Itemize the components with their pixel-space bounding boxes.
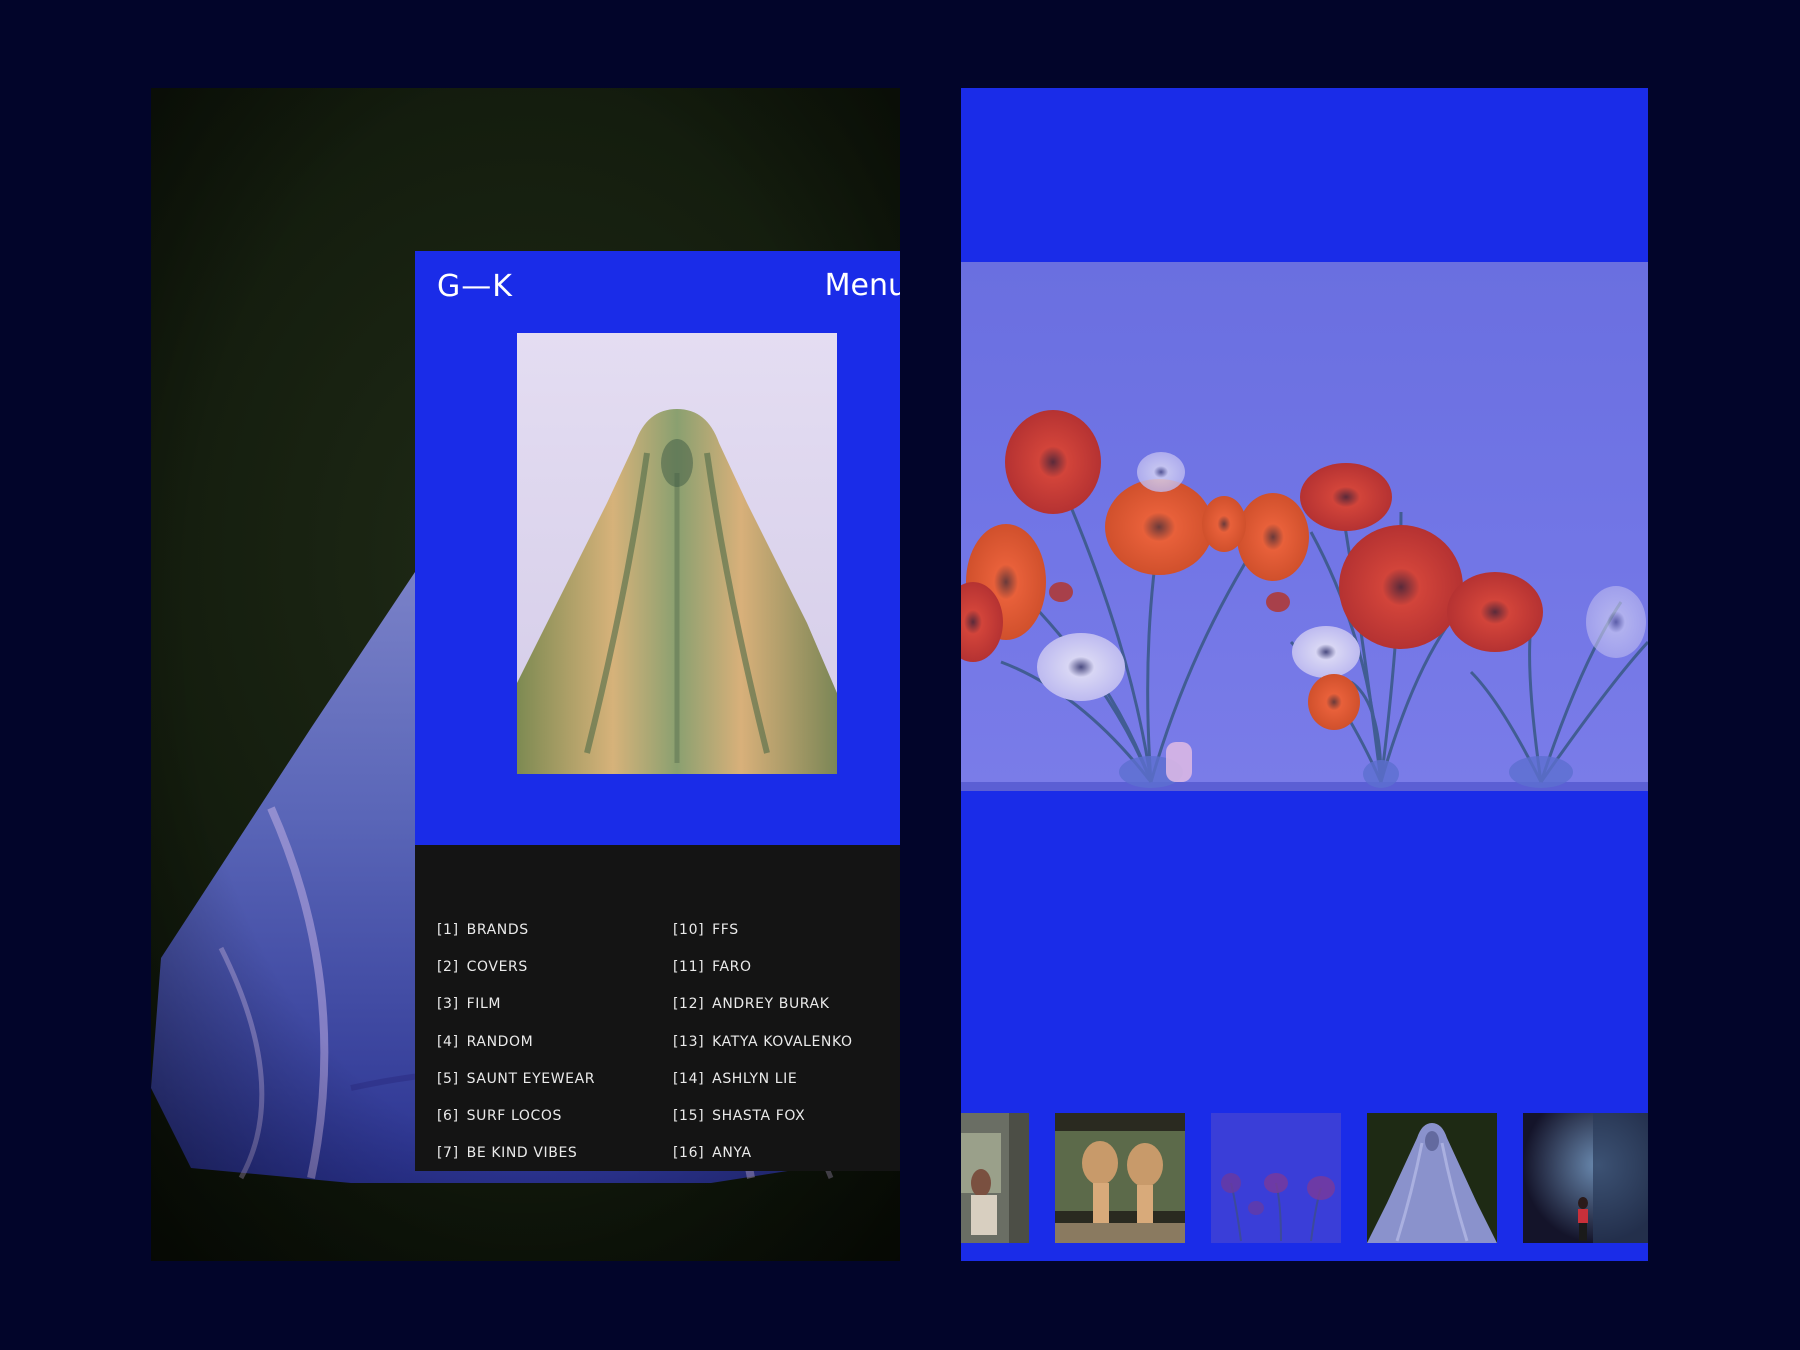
project-item-saunt-eyewear[interactable]: [5] SAUNT EYEWEAR: [437, 1071, 595, 1108]
thumbnail-1-person-outdoors[interactable]: [961, 1113, 1029, 1243]
project-item-katya-kovalenko[interactable]: [13] KATYA KOVALENKO: [673, 1034, 853, 1071]
thumbnail-2-hands-sunlight[interactable]: [1055, 1113, 1185, 1243]
left-mockup-panel: G—K Menu +: [151, 88, 900, 1261]
project-item-ffs[interactable]: [10] FFS: [673, 922, 853, 959]
project-item-shasta-fox[interactable]: [15] SHASTA FOX: [673, 1108, 853, 1145]
thumbnail-strip: [961, 1113, 1648, 1243]
project-item-film[interactable]: [3] FILM: [437, 996, 595, 1033]
project-item-ashlyn-lie[interactable]: [14] ASHLYN LIE: [673, 1071, 853, 1108]
thumbnail-2-image: [1055, 1113, 1185, 1243]
project-column-right: [10] FFS [11] FARO [12] ANDREY BURAK [13] KA…: [673, 922, 853, 1182]
thumbnail-5-night-portrait[interactable]: [1523, 1113, 1648, 1243]
site-logo[interactable]: G—K: [437, 269, 513, 304]
project-item-surf-locos[interactable]: [6] SURF LOCOS: [437, 1108, 595, 1145]
hero-veiled-figure-photo[interactable]: [517, 333, 837, 774]
project-column-left: [1] BRANDS [2] COVERS [3] FILM [4] RANDOM [5…: [437, 922, 595, 1182]
project-item-brands[interactable]: [1] BRANDS: [437, 922, 595, 959]
project-item-random[interactable]: [4] RANDOM: [437, 1034, 595, 1071]
menu-button[interactable]: Menu: [825, 268, 900, 303]
right-mockup-panel: [961, 88, 1648, 1261]
project-item-covers[interactable]: [2] COVERS: [437, 959, 595, 996]
project-item-andrey-burak[interactable]: [12] ANDREY BURAK: [673, 996, 853, 1033]
thumbnail-4-veiled-figure[interactable]: [1367, 1113, 1497, 1243]
project-item-faro[interactable]: [11] FARO: [673, 959, 853, 996]
thumbnail-4-image: [1367, 1113, 1497, 1243]
mobile-header-area: G—K Menu +: [415, 251, 900, 845]
thumbnail-3-poppies[interactable]: [1211, 1113, 1341, 1243]
thumbnail-3-image: [1211, 1113, 1341, 1243]
project-item-be-kind-vibes[interactable]: [7] BE KIND VIBES: [437, 1145, 595, 1182]
hero-photo-illustration: [517, 333, 837, 774]
project-menu-list: [1] BRANDS [2] COVERS [3] FILM [4] RANDOM [5…: [415, 845, 900, 1171]
project-item-anya[interactable]: [16] ANYA: [673, 1145, 853, 1182]
poppies-feature-photo[interactable]: [961, 262, 1648, 791]
thumbnail-1-image: [961, 1113, 1029, 1243]
poppies-illustration: [961, 410, 1648, 791]
thumbnail-5-image: [1523, 1113, 1648, 1243]
mobile-site-mockup: G—K Menu +: [415, 251, 900, 1171]
